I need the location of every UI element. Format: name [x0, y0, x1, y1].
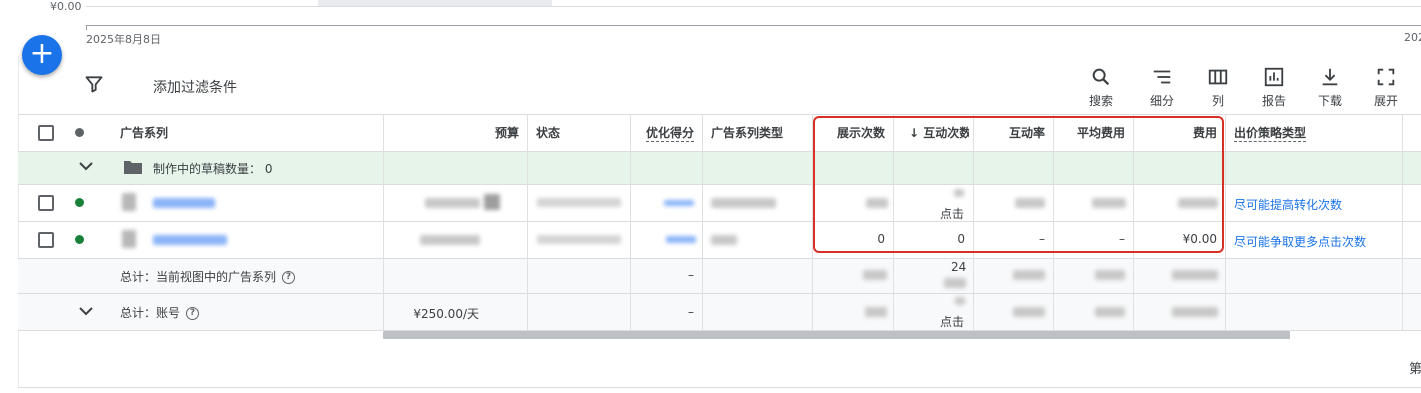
- columns-tool-label: 列: [1211, 94, 1224, 108]
- row-divider: [18, 258, 1421, 259]
- chevron-down-icon[interactable]: [78, 305, 94, 317]
- total-view-opt-score: –: [688, 268, 694, 282]
- column-divider: [630, 114, 631, 330]
- total-account-label-cell: 总计：账号?: [120, 304, 200, 321]
- chart-x-tick: [86, 25, 87, 30]
- bid-strategy-link[interactable]: 尽可能争取更多点击次数: [1234, 233, 1366, 250]
- edit-budget-icon[interactable]: [484, 194, 500, 210]
- budget-redacted: [425, 198, 480, 208]
- highlight-annotation-box: [813, 116, 1224, 253]
- total-cost-redacted: [1172, 270, 1218, 280]
- budget-redacted: [420, 235, 480, 245]
- column-divider: [383, 114, 384, 330]
- download-tool-label: 下载: [1317, 94, 1342, 108]
- header-opt-score-cell[interactable]: 优化得分: [636, 115, 694, 151]
- reports-icon: [1264, 67, 1284, 87]
- column-divider: [1402, 114, 1403, 330]
- header-campaign[interactable]: 广告系列: [120, 115, 320, 151]
- status-redacted: [537, 235, 621, 244]
- account-interaction-rate-redacted: [1013, 307, 1045, 317]
- chart-x-end-label: 202: [1404, 31, 1421, 44]
- segment-icon: [1153, 70, 1171, 84]
- chart-x-axis: [86, 25, 1421, 26]
- account-interactions-type-label: 点击: [940, 315, 965, 329]
- campaign-icon-redacted: [122, 193, 136, 211]
- chart-y-axis-label: ¥0.00: [50, 0, 82, 13]
- header-opt-score: 优化得分: [645, 126, 694, 142]
- total-account-label: 总计：账号: [120, 306, 181, 320]
- create-button[interactable]: +: [22, 35, 62, 75]
- header-campaign-type[interactable]: 广告系列类型: [711, 115, 810, 151]
- campaign-type-redacted: [711, 198, 776, 208]
- total-view-label-cell: 总计：当前视图中的广告系列?: [120, 268, 296, 285]
- add-filter-button[interactable]: 添加过滤条件: [153, 77, 237, 97]
- search-tool-button[interactable]: 搜索: [1073, 66, 1129, 109]
- columns-icon: [1208, 69, 1228, 85]
- column-divider: [1225, 114, 1226, 330]
- chart-gridline: [86, 6, 1421, 7]
- columns-tool-button[interactable]: 列: [1190, 66, 1246, 109]
- row-checkbox[interactable]: [38, 195, 54, 211]
- download-icon: [1322, 68, 1338, 86]
- total-view-interactions: 24: [951, 260, 967, 274]
- account-impressions-redacted: [865, 307, 887, 317]
- total-avg-cost-redacted: [1095, 270, 1125, 280]
- total-impressions-redacted: [863, 270, 887, 280]
- pagination-label: 第: [1409, 362, 1421, 377]
- horizontal-scrollbar[interactable]: [383, 331, 1290, 339]
- download-tool-button[interactable]: 下载: [1302, 66, 1358, 109]
- campaign-icon-redacted: [122, 230, 136, 248]
- segment-tool-label: 细分: [1149, 94, 1174, 108]
- status-enabled-dot[interactable]: [75, 235, 84, 244]
- opt-score-redacted[interactable]: [664, 200, 694, 206]
- row-divider: [18, 293, 1421, 294]
- draft-count-label: 制作中的草稿数量： 0: [153, 162, 273, 176]
- expand-tool-button[interactable]: 展开: [1358, 66, 1414, 109]
- filter-icon[interactable]: [84, 74, 104, 94]
- search-tool-label: 搜索: [1088, 94, 1113, 108]
- status-header-dot: [75, 128, 84, 137]
- header-status[interactable]: 状态: [536, 115, 624, 151]
- total-account-budget: ¥250.00/天: [413, 307, 479, 321]
- account-avg-cost-redacted: [1095, 307, 1125, 317]
- column-divider: [702, 114, 703, 330]
- total-account-opt-score: –: [688, 305, 694, 319]
- total-view-label: 总计：当前视图中的广告系列: [120, 270, 277, 284]
- search-icon: [1092, 68, 1110, 86]
- expand-tool-label: 展开: [1373, 94, 1398, 108]
- total-interactions-sub-redacted: [944, 278, 966, 288]
- help-icon[interactable]: ?: [282, 271, 296, 284]
- opt-score-redacted[interactable]: [666, 236, 696, 243]
- header-budget[interactable]: 预算: [390, 115, 519, 151]
- campaign-name-link-redacted[interactable]: [153, 235, 227, 245]
- folder-icon: [124, 161, 142, 174]
- select-all-checkbox[interactable]: [38, 125, 54, 141]
- bid-strategy-link[interactable]: 尽可能提高转化次数: [1234, 196, 1342, 213]
- panel-bottom-divider: [18, 387, 1421, 388]
- chart-x-start-label: 2025年8月8日: [86, 33, 161, 46]
- campaign-type-redacted: [711, 235, 737, 245]
- chevron-down-icon[interactable]: [78, 160, 94, 172]
- row-checkbox[interactable]: [38, 232, 54, 248]
- total-interaction-rate-redacted: [1013, 270, 1045, 280]
- header-bid-strategy-cell[interactable]: 出价策略类型: [1234, 115, 1394, 151]
- reports-tool-button[interactable]: 报告: [1246, 66, 1302, 109]
- status-enabled-dot[interactable]: [75, 198, 84, 207]
- expand-icon: [1377, 68, 1395, 86]
- column-divider: [527, 114, 528, 330]
- reports-tool-label: 报告: [1261, 94, 1286, 108]
- segment-tool-button[interactable]: 细分: [1134, 66, 1190, 109]
- header-bid-strategy: 出价策略类型: [1234, 126, 1307, 142]
- campaign-name-link-redacted[interactable]: [153, 198, 215, 208]
- account-cost-redacted: [1172, 307, 1218, 317]
- performance-chart: ¥0.00 2025年8月8日 202: [0, 0, 1421, 52]
- help-icon[interactable]: ?: [186, 307, 200, 320]
- account-interactions-redacted: [955, 297, 965, 305]
- status-redacted: [537, 198, 621, 207]
